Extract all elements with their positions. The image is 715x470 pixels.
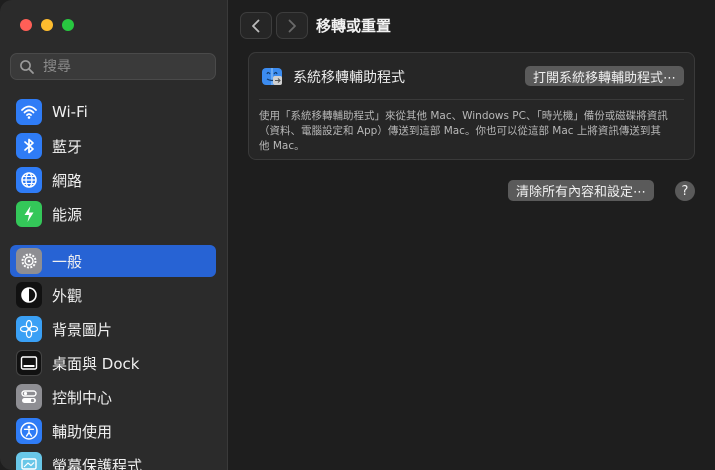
globe-icon — [16, 167, 42, 193]
sidebar-item-label: 輔助使用 — [52, 422, 113, 441]
search-field[interactable] — [10, 53, 216, 80]
sidebar-item-label: 桌面與 Dock — [52, 354, 140, 373]
flower-icon — [16, 316, 42, 342]
sidebar-item-network[interactable]: 網路 — [10, 164, 216, 196]
sidebar-item-appearance[interactable]: 外觀 — [10, 279, 216, 311]
sidebar-item-label: 控制中心 — [52, 388, 113, 407]
search-input[interactable] — [41, 57, 205, 76]
bluetooth-icon — [16, 133, 42, 159]
sidebar-item-energy[interactable]: 能源 — [10, 198, 216, 230]
back-button[interactable] — [240, 12, 272, 39]
divider — [259, 99, 684, 100]
sidebar-item-label: 外觀 — [52, 286, 83, 305]
screensaver-icon — [16, 452, 42, 470]
appearance-icon — [16, 282, 42, 308]
sidebar-item-label: 能源 — [52, 205, 83, 224]
battery-bolt-icon — [16, 201, 42, 227]
main-pane: 移轉或重置 系統移轉輔助程式 打開系統移轉輔助程式⋯ 使用「系統移轉輔助程式」來… — [228, 0, 715, 470]
help-button[interactable]: ? — [675, 181, 695, 201]
sidebar-item-screensaver[interactable]: 螢幕保護程式 — [10, 449, 216, 470]
sidebar-item-label: 一般 — [52, 252, 83, 271]
sidebar-item-label: 背景圖片 — [52, 320, 113, 339]
chevron-left-icon — [252, 19, 260, 32]
window-controls — [20, 19, 74, 31]
gear-icon — [16, 248, 42, 274]
control-center-icon — [16, 384, 42, 410]
open-migration-assistant-button[interactable]: 打開系統移轉輔助程式⋯ — [524, 66, 684, 86]
sidebar-item-label: Wi-Fi — [52, 103, 88, 121]
sidebar-item-wallpaper[interactable]: 背景圖片 — [10, 313, 216, 345]
sidebar-item-general[interactable]: 一般 — [10, 245, 216, 277]
settings-window: Wi-Fi 藍牙 網路 — [0, 0, 715, 470]
sidebar-item-control-center[interactable]: 控制中心 — [10, 381, 216, 413]
migration-card: 系統移轉輔助程式 打開系統移轉輔助程式⋯ 使用「系統移轉輔助程式」來從其他 Ma… — [248, 52, 695, 160]
sidebar: Wi-Fi 藍牙 網路 — [0, 0, 228, 470]
close-button[interactable] — [20, 19, 32, 31]
page-title: 移轉或重置 — [316, 17, 392, 35]
migration-description: 使用「系統移轉輔助程式」來從其他 Mac、Windows PC、「時光機」備份或… — [259, 110, 668, 152]
search-icon — [20, 59, 34, 74]
sidebar-item-bluetooth[interactable]: 藍牙 — [10, 130, 216, 162]
chevron-right-icon — [288, 19, 296, 32]
sidebar-item-label: 藍牙 — [52, 137, 83, 156]
zoom-button[interactable] — [62, 19, 74, 31]
erase-all-content-button[interactable]: 清除所有內容和設定⋯ — [508, 180, 655, 201]
migration-title: 系統移轉輔助程式 — [293, 70, 405, 86]
minimize-button[interactable] — [41, 19, 53, 31]
dock-icon — [16, 350, 42, 376]
migration-assistant-icon — [262, 68, 282, 85]
sidebar-item-accessibility[interactable]: 輔助使用 — [10, 415, 216, 447]
forward-button[interactable] — [276, 12, 308, 39]
sidebar-item-label: 網路 — [52, 171, 83, 190]
sidebar-item-desktop-dock[interactable]: 桌面與 Dock — [10, 347, 216, 379]
wifi-icon — [16, 99, 42, 125]
sidebar-item-wifi[interactable]: Wi-Fi — [10, 96, 216, 128]
accessibility-icon — [16, 418, 42, 444]
sidebar-item-label: 螢幕保護程式 — [52, 456, 143, 470]
